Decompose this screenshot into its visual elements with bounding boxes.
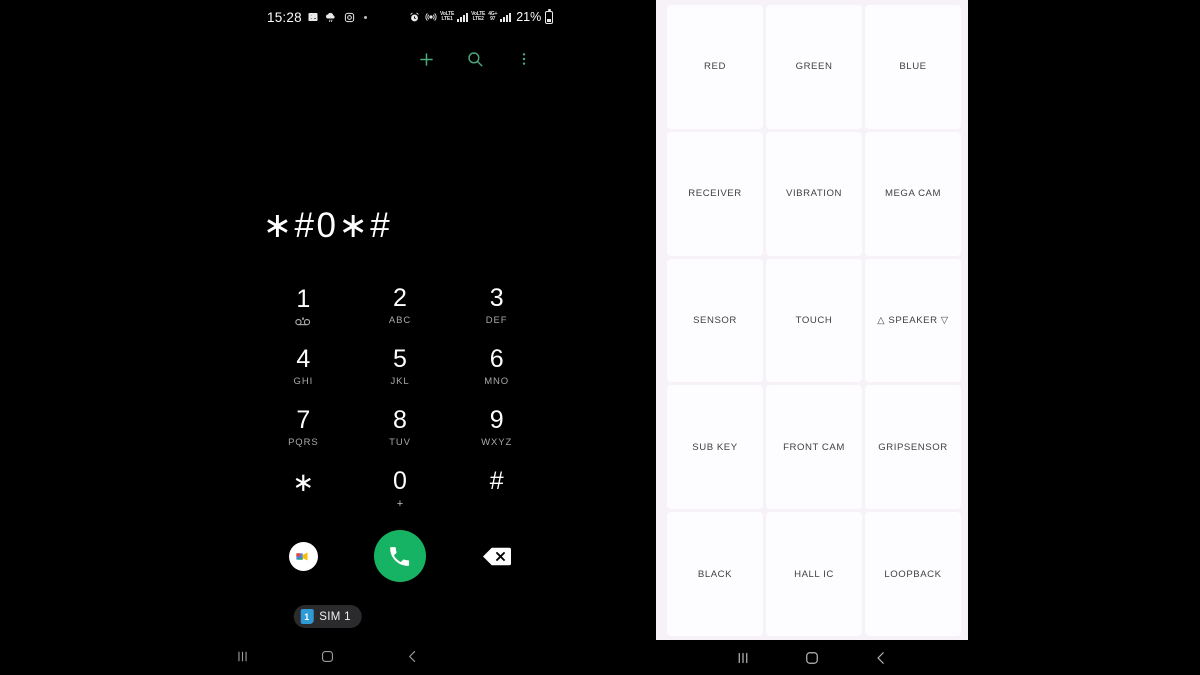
dialpad-key-hash[interactable]: # (448, 459, 545, 520)
dialpad-key-4[interactable]: 4 GHI (255, 337, 352, 398)
status-bar: 15:28 VoLTE LTE1 VoLTE LTE2 4G+ 97 21% (0, 0, 655, 34)
test-tile-sensor[interactable]: SENSOR (667, 258, 763, 383)
test-tile-front-cam[interactable]: FRONT CAM (766, 385, 862, 510)
test-tile-red[interactable]: RED (667, 5, 763, 129)
image-icon (307, 11, 320, 24)
dialpad-key-0[interactable]: 0 + (352, 459, 449, 520)
sim-selector-chip[interactable]: 1 SIM 1 (293, 605, 362, 628)
dialed-number-display[interactable]: ∗#0∗# (0, 206, 655, 246)
key-digit: ∗ (292, 466, 315, 497)
key-digit: 1 (296, 284, 311, 313)
dialpad: 1 2 ABC 3 DEF 4 GHI 5 JKL 6 MNO 7 PQRS 8… (255, 276, 545, 520)
test-tile-sub-key[interactable]: SUB KEY (667, 385, 763, 510)
test-tile-vibration[interactable]: VIBRATION (766, 131, 862, 256)
recents-icon[interactable] (223, 643, 263, 669)
sim-label: SIM 1 (319, 610, 351, 623)
dialpad-key-7[interactable]: 7 PQRS (255, 398, 352, 459)
search-icon[interactable] (462, 46, 488, 72)
status-bar-left: 15:28 (267, 10, 367, 25)
key-digit: 9 (489, 406, 504, 434)
test-tile-hall-ic[interactable]: HALL IC (766, 512, 862, 636)
key-digit: 7 (296, 406, 311, 434)
back-icon[interactable] (393, 643, 433, 669)
key-letters: TUV (389, 437, 411, 448)
status-clock: 15:28 (267, 9, 302, 25)
key-letters: JKL (390, 376, 410, 387)
battery-icon (545, 8, 554, 24)
signal-bars-sim1 (457, 12, 469, 22)
navigation-bar-right (656, 640, 968, 675)
dialpad-key-2[interactable]: 2 ABC (352, 276, 449, 337)
key-digit: 4 (296, 345, 311, 373)
test-tile-loopback[interactable]: LOOPBACK (865, 512, 961, 636)
key-digit: 6 (489, 345, 504, 373)
dialpad-key-6[interactable]: 6 MNO (448, 337, 545, 398)
key-letters: GHI (293, 376, 314, 387)
network-type-badge: 4G+ 97 (488, 11, 498, 22)
navigation-bar-left (0, 637, 655, 675)
key-digit: 5 (393, 345, 407, 373)
key-letters: ABC (388, 315, 412, 326)
volte-indicator-sim1: VoLTE LTE1 (440, 11, 455, 22)
key-letters: DEF (485, 315, 508, 326)
test-tile-gripsensor[interactable]: GRIPSENSOR (865, 385, 961, 510)
battery-percent-label: 21% (516, 10, 542, 24)
test-tile-mega-cam[interactable]: MEGA CAM (865, 131, 961, 256)
back-icon[interactable] (861, 645, 901, 671)
key-digit: 2 (393, 284, 407, 312)
test-tile-green[interactable]: GREEN (766, 5, 862, 129)
home-icon[interactable] (792, 645, 832, 671)
volte-indicator-sim2: VoLTE LTE2 (471, 11, 486, 22)
instagram-icon (343, 11, 356, 24)
dialpad-key-star[interactable]: ∗ (255, 459, 352, 520)
key-digit: 3 (489, 284, 504, 312)
test-tile-touch[interactable]: TOUCH (766, 258, 862, 383)
backspace-icon[interactable] (481, 545, 513, 567)
weather-icon (325, 11, 338, 24)
home-icon[interactable] (308, 643, 348, 669)
key-digit: # (489, 467, 504, 495)
add-contact-icon[interactable] (413, 46, 439, 72)
dialer-toolbar (413, 46, 537, 72)
sim-badge: 1 (300, 609, 314, 624)
lcd-test-grid: RED GREEN BLUE RECEIVER VIBRATION MEGA C… (667, 5, 961, 636)
dialpad-key-8[interactable]: 8 TUV (352, 398, 449, 459)
signal-bars-sim2 (500, 12, 512, 22)
status-bar-right: VoLTE LTE1 VoLTE LTE2 4G+ 97 21% (408, 8, 554, 24)
test-tile-receiver[interactable]: RECEIVER (667, 131, 763, 256)
more-options-icon[interactable] (511, 46, 537, 72)
test-tile-black[interactable]: BLACK (667, 512, 763, 636)
dialpad-key-3[interactable]: 3 DEF (448, 276, 545, 337)
recents-icon[interactable] (723, 645, 763, 671)
key-letters: WXYZ (481, 437, 513, 448)
dialpad-key-9[interactable]: 9 WXYZ (448, 398, 545, 459)
dialpad-key-1[interactable]: 1 (255, 276, 352, 337)
lcd-test-screen: RED GREEN BLUE RECEIVER VIBRATION MEGA C… (656, 0, 968, 640)
more-dot-icon (363, 15, 367, 19)
key-digit: 0 (393, 467, 407, 495)
voicemail-icon (295, 316, 311, 327)
phone-dialer-screen: 15:28 VoLTE LTE1 VoLTE LTE2 4G+ 97 21% ∗… (0, 0, 655, 675)
google-meet-icon[interactable] (288, 541, 318, 571)
test-tile-speaker[interactable]: △ SPEAKER ▽ (865, 258, 961, 383)
key-plus: + (396, 498, 404, 510)
dialer-action-row (255, 530, 545, 582)
dialpad-key-5[interactable]: 5 JKL (352, 337, 449, 398)
alarm-icon (408, 11, 421, 24)
screenshot-root: 15:28 VoLTE LTE1 VoLTE LTE2 4G+ 97 21% ∗… (0, 0, 1200, 675)
call-button[interactable] (373, 530, 426, 582)
test-tile-blue[interactable]: BLUE (865, 5, 961, 129)
key-letters: MNO (484, 376, 510, 387)
key-digit: 8 (393, 406, 407, 434)
wifi-calling-icon (424, 11, 437, 24)
key-letters: PQRS (288, 437, 319, 448)
